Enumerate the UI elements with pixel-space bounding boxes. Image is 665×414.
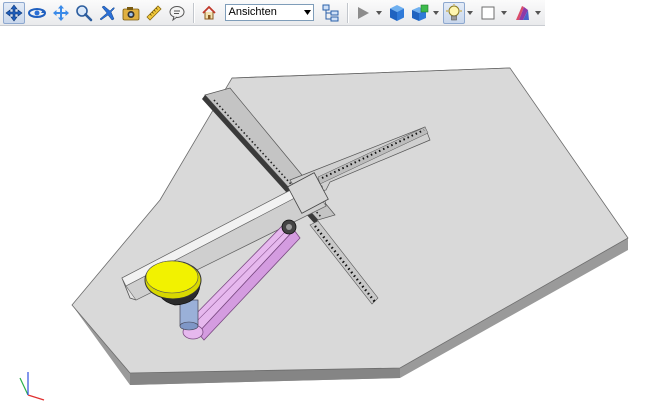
rotate-view-icon	[28, 7, 47, 18]
3d-viewport[interactable]	[0, 27, 665, 409]
appearance-icon	[516, 5, 530, 20]
section-options-dropdown[interactable]	[432, 2, 440, 24]
chevron-down-icon	[535, 10, 542, 15]
zoom-icon	[76, 4, 93, 21]
axis-triad	[19, 372, 45, 401]
chevron-down-icon	[467, 10, 474, 15]
chevron-down-icon	[303, 10, 311, 15]
zoom-button[interactable]	[73, 2, 95, 24]
chevron-down-icon	[375, 10, 382, 15]
section-cube-icon	[412, 4, 429, 21]
background-square-icon	[481, 6, 495, 19]
appearance-button[interactable]	[511, 2, 533, 24]
fly-button[interactable]	[96, 2, 118, 24]
view-tree-button[interactable]	[320, 2, 342, 24]
play-button[interactable]	[352, 2, 374, 24]
play-icon	[357, 6, 369, 19]
chevron-down-icon	[433, 10, 440, 15]
toolbar-separator	[346, 2, 348, 23]
home-view-button[interactable]	[198, 2, 220, 24]
fly-icon	[99, 5, 115, 20]
toolbar-separator	[193, 2, 195, 23]
lights-options-dropdown[interactable]	[466, 2, 474, 24]
display-mode-button[interactable]	[386, 2, 408, 24]
solid-cube-icon	[389, 4, 404, 21]
chevron-down-icon	[501, 10, 508, 15]
appearance-options-dropdown[interactable]	[534, 2, 542, 24]
section-view-button[interactable]	[409, 2, 431, 24]
views-select-value: Ansichten	[228, 6, 277, 18]
toolbar: Ansichten	[0, 0, 545, 26]
camera-button[interactable]	[119, 2, 141, 24]
pan-icon	[52, 4, 69, 21]
views-select[interactable]: Ansichten	[224, 4, 314, 21]
home-icon	[202, 5, 216, 19]
lights-button[interactable]	[443, 1, 466, 24]
measure-button[interactable]	[143, 2, 165, 24]
comment-icon	[169, 5, 185, 21]
background-options-dropdown[interactable]	[500, 2, 508, 24]
view-tree-icon	[322, 4, 339, 21]
select-icon	[5, 4, 23, 21]
rotate-view-button[interactable]	[26, 2, 48, 24]
camera-icon	[122, 6, 139, 20]
cad-model-view	[19, 67, 629, 401]
pan-button[interactable]	[50, 2, 72, 24]
base-plate	[71, 67, 629, 385]
background-button[interactable]	[477, 2, 499, 24]
light-bulb-icon	[446, 3, 463, 20]
measure-icon	[146, 4, 162, 21]
play-options-dropdown[interactable]	[375, 2, 383, 24]
comment-button[interactable]	[166, 2, 188, 24]
select-tool-button[interactable]	[3, 1, 26, 24]
